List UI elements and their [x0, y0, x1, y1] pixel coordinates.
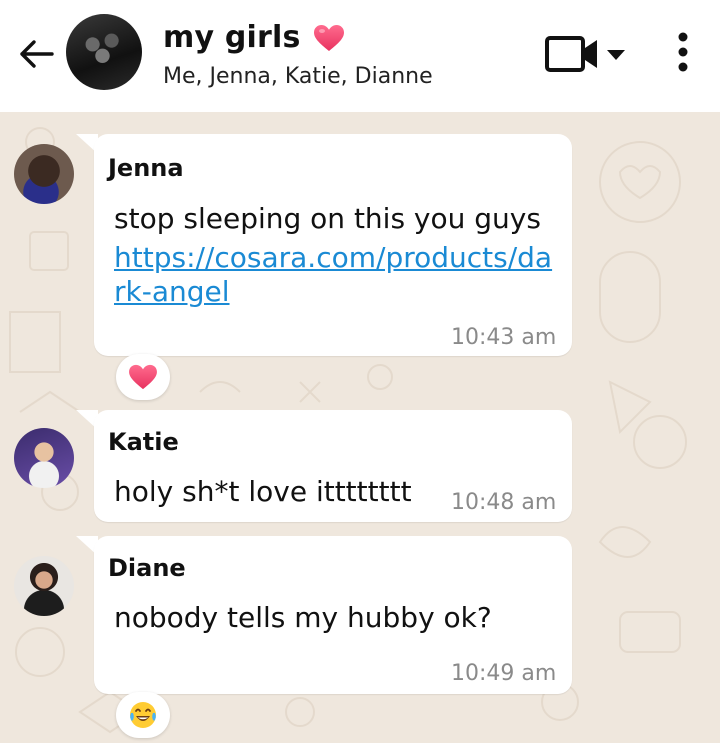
- message-link-line-2[interactable]: rk-angel: [114, 274, 230, 310]
- avatar-diane[interactable]: [14, 556, 74, 616]
- message-text: holy sh*t love itttttttt: [114, 475, 412, 508]
- message-time: 10:48 am: [451, 490, 557, 515]
- avatar-katie[interactable]: [14, 428, 74, 488]
- chat-members: Me, Jenna, Katie, Dianne: [163, 64, 433, 89]
- heart-emoji-icon: [313, 24, 344, 51]
- message-sender: Jenna: [108, 154, 184, 182]
- laughing-tears-emoji-icon: [130, 702, 156, 728]
- arrow-left-icon[interactable]: [16, 36, 56, 72]
- chat-title: my girls: [163, 20, 301, 55]
- video-camera-icon[interactable]: [545, 34, 629, 74]
- reaction-heart[interactable]: [116, 354, 170, 400]
- avatar-jenna[interactable]: [14, 144, 74, 204]
- reaction-laughing-tears[interactable]: [116, 692, 170, 738]
- message-text: nobody tells my hubby ok?: [114, 601, 492, 634]
- message-sender: Katie: [108, 428, 179, 456]
- message-time: 10:43 am: [451, 325, 557, 350]
- message-text: stop sleeping on this you guys: [114, 202, 541, 235]
- more-vertical-icon[interactable]: [670, 30, 696, 74]
- chat-header: my girls Me, Jenna, Katie, Dianne: [0, 0, 720, 112]
- message-sender: Diane: [108, 554, 186, 582]
- chat-area: Jenna stop sleeping on this you guys htt…: [0, 112, 720, 743]
- group-avatar[interactable]: [66, 14, 142, 90]
- message-time: 10:49 am: [451, 661, 557, 686]
- chat-title-row[interactable]: my girls: [163, 20, 345, 55]
- message-link-line-1[interactable]: https://cosara.com/products/da: [114, 240, 552, 276]
- caret-down-icon: [607, 50, 625, 60]
- heart-emoji-icon: [129, 364, 157, 390]
